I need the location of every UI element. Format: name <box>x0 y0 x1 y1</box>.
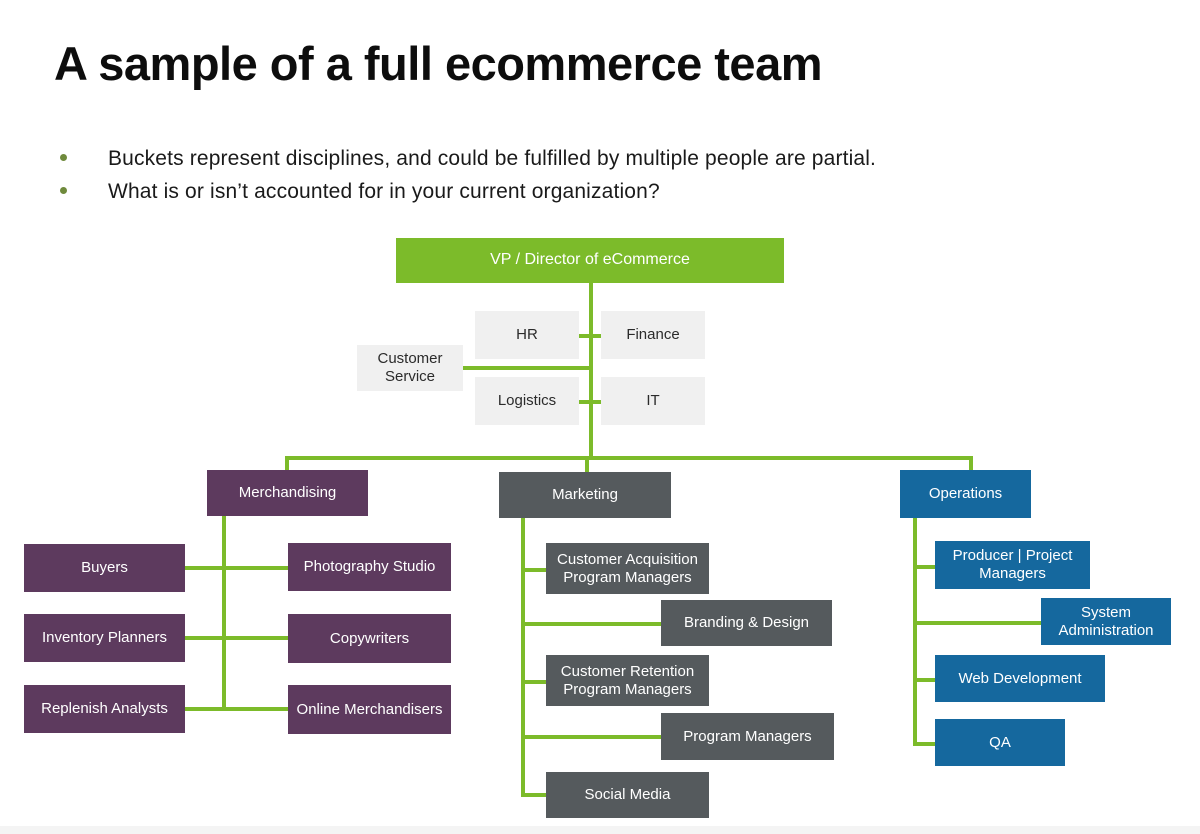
node-buyers[interactable]: Buyers <box>24 544 185 592</box>
node-photography-studio[interactable]: Photography Studio <box>288 543 451 591</box>
node-hr[interactable]: HR <box>475 311 579 359</box>
node-producer-project-managers[interactable]: Producer | Project Managers <box>935 541 1090 589</box>
node-program-managers[interactable]: Program Managers <box>661 713 834 760</box>
node-customer-service[interactable]: Customer Service <box>357 345 463 391</box>
connector-operations-spine <box>913 518 917 744</box>
connector-marketing-drop <box>585 456 589 472</box>
bullet-text: Buckets represent disciplines, and could… <box>108 147 877 170</box>
connector-marketing-rung-4 <box>521 735 663 739</box>
node-copywriters[interactable]: Copywriters <box>288 614 451 663</box>
bullet-item: Buckets represent disciplines, and could… <box>60 147 876 171</box>
node-customer-retention-program-managers[interactable]: Customer Retention Program Managers <box>546 655 709 706</box>
connector-merch-rung-2 <box>185 636 290 640</box>
connector-ops-rung-3 <box>913 678 937 682</box>
connector-ops-rung-1 <box>913 565 937 569</box>
node-finance[interactable]: Finance <box>601 311 705 359</box>
connector-merchandising-drop <box>285 456 289 470</box>
connector-ops-rung-2 <box>913 621 1043 625</box>
connector-marketing-rung-5 <box>521 793 548 797</box>
node-it[interactable]: IT <box>601 377 705 425</box>
connector-merch-rung-1 <box>185 566 290 570</box>
node-logistics[interactable]: Logistics <box>475 377 579 425</box>
node-qa[interactable]: QA <box>935 719 1065 766</box>
node-web-development[interactable]: Web Development <box>935 655 1105 702</box>
bullet-item: What is or isn’t accounted for in your c… <box>60 180 660 204</box>
node-system-administration[interactable]: System Administration <box>1041 598 1171 645</box>
node-inventory-planners[interactable]: Inventory Planners <box>24 614 185 662</box>
connector-merchandising-spine <box>222 516 226 710</box>
node-customer-acquisition-program-managers[interactable]: Customer Acquisition Program Managers <box>546 543 709 594</box>
node-merchandising[interactable]: Merchandising <box>207 470 368 516</box>
slide-canvas: A sample of a full ecommerce team Bucket… <box>0 0 1200 834</box>
connector-marketing-rung-1 <box>521 568 548 572</box>
connector-customer-service <box>460 366 593 370</box>
node-branding-design[interactable]: Branding & Design <box>661 600 832 646</box>
footer-edge-strip <box>0 826 1200 834</box>
connector-distributor-bar <box>285 456 973 460</box>
node-online-merchandisers[interactable]: Online Merchandisers <box>288 685 451 734</box>
connector-ops-rung-4 <box>913 742 937 746</box>
node-marketing[interactable]: Marketing <box>499 472 671 518</box>
connector-marketing-rung-3 <box>521 680 548 684</box>
node-social-media[interactable]: Social Media <box>546 772 709 818</box>
connector-marketing-spine <box>521 518 525 795</box>
connector-operations-drop <box>969 456 973 470</box>
bullet-text: What is or isn’t accounted for in your c… <box>108 180 660 203</box>
page-title: A sample of a full ecommerce team <box>54 37 823 90</box>
bullet-dot-icon <box>60 154 67 161</box>
connector-merch-rung-3 <box>185 707 290 711</box>
node-replenish-analysts[interactable]: Replenish Analysts <box>24 685 185 733</box>
node-operations[interactable]: Operations <box>900 470 1031 518</box>
connector-trunk-vertical <box>589 283 593 458</box>
node-vp-director[interactable]: VP / Director of eCommerce <box>396 238 784 283</box>
connector-marketing-rung-2 <box>521 622 663 626</box>
bullet-dot-icon <box>60 187 67 194</box>
